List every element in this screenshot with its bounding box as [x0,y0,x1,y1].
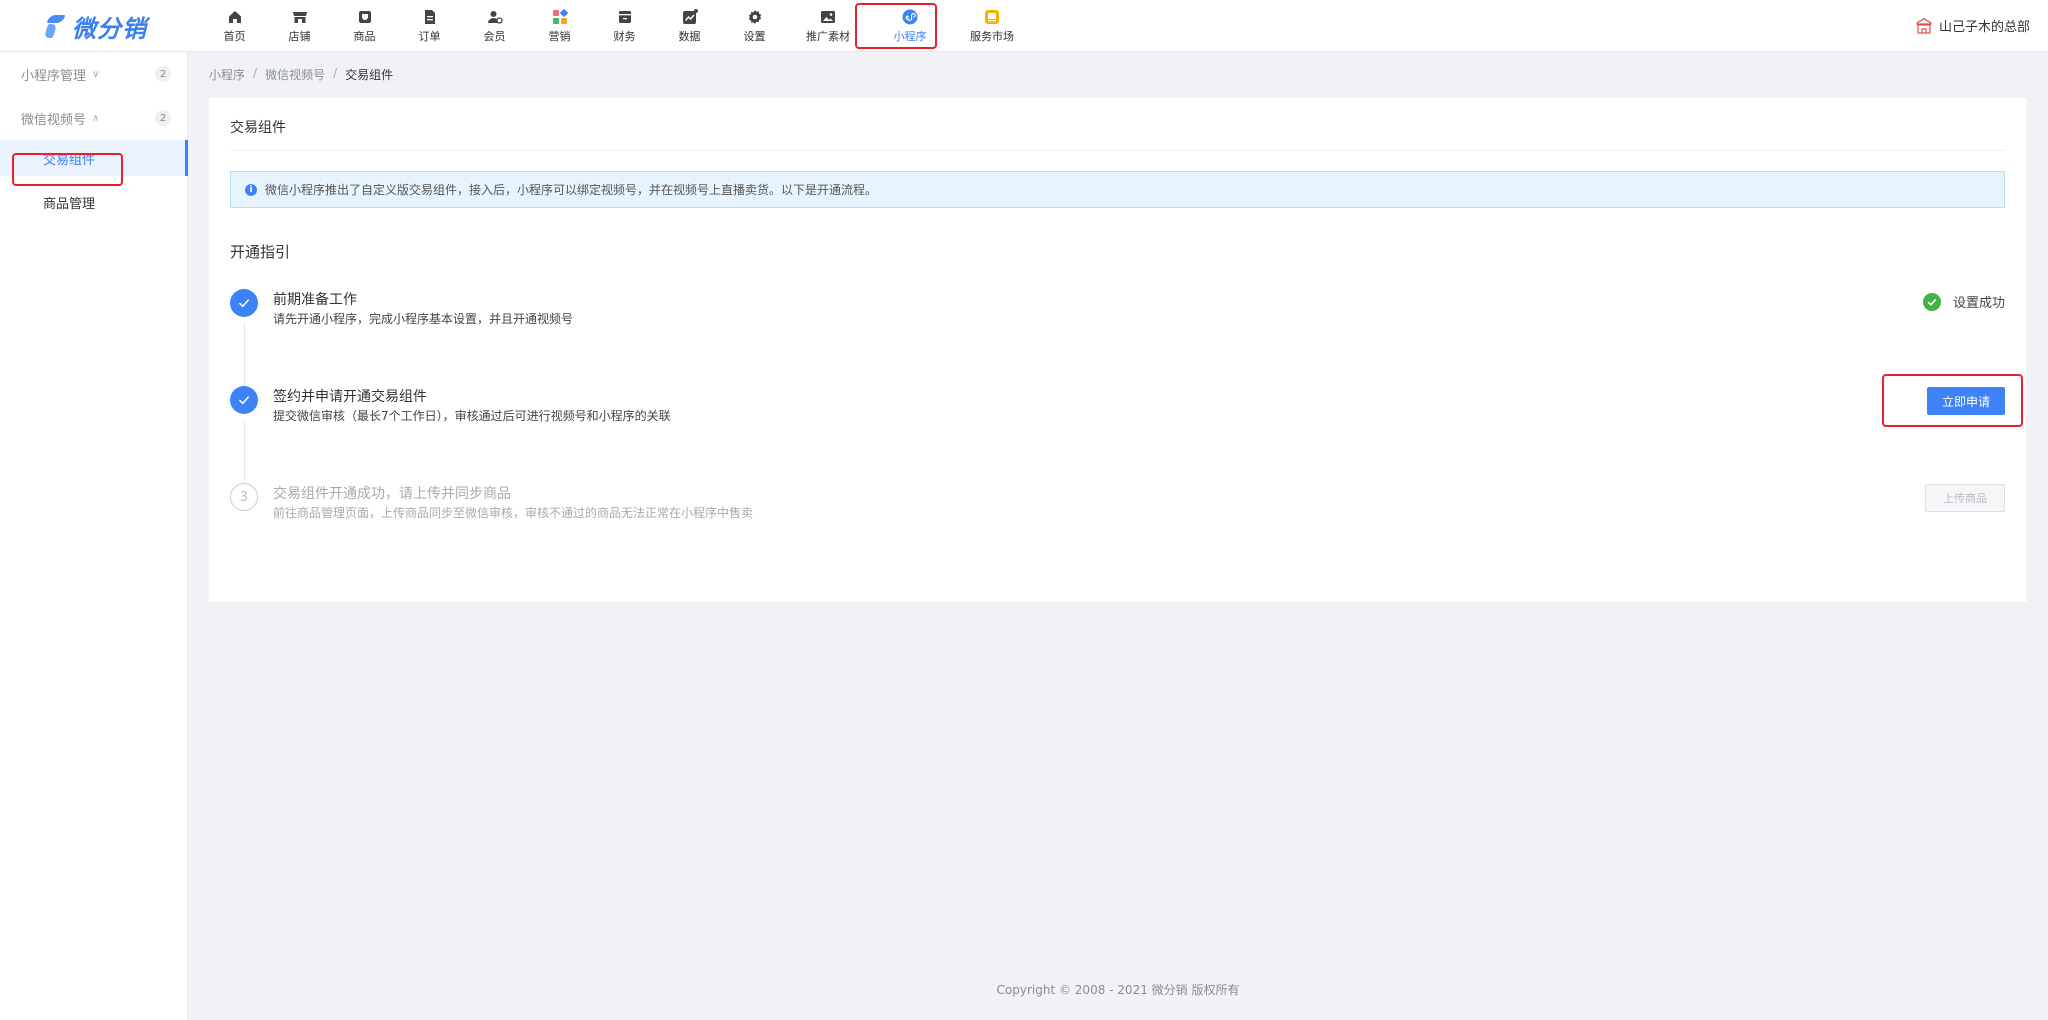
finance-icon [617,9,633,25]
nav-home[interactable]: 首页 [202,0,267,52]
breadcrumb-item[interactable]: 微信视频号 [265,66,325,83]
highlight-box-nav [855,3,937,49]
chevron-down-icon: ∨ [92,68,100,80]
step-desc: 提交微信审核（最长7个工作日），审核通过后可进行视频号和小程序的关联 [273,409,671,423]
nav-data[interactable]: 数据 [657,0,722,52]
nav-settings[interactable]: 设置 [722,0,787,52]
count-badge: 2 [155,66,171,82]
status-success: 设置成功 [1922,292,2005,311]
chevron-up-icon: ∧ [92,112,100,124]
marketing-icon [552,8,568,25]
nav-order[interactable]: 订单 [397,0,462,52]
breadcrumb-item[interactable]: 小程序 [209,66,245,83]
count-badge: 2 [155,110,171,126]
home-icon [227,9,243,25]
step-3: 3 交易组件开通成功，请上传并同步商品 前往商品管理页面，上传商品同步至微信审核… [230,483,2005,523]
brand-logo[interactable]: 微分销 [44,10,147,43]
sidebar-group-wechat-channels[interactable]: 微信视频号 ∧ 2 [0,96,187,140]
highlight-box-sidebar [12,153,123,186]
gear-icon [747,9,763,25]
section-title: 开通指引 [230,243,291,261]
content-panel: 交易组件 i 微信小程序推出了自定义版交易组件，接入后，小程序可以绑定视频号，并… [209,98,2026,602]
order-icon [422,9,438,25]
step-title: 交易组件开通成功，请上传并同步商品 [273,486,511,502]
step-connector [244,323,245,389]
step-desc: 前往商品管理页面，上传商品同步至微信审核，审核不通过的商品无法正常在小程序中售卖 [273,506,754,520]
sidebar: 小程序管理 ∨ 2 微信视频号 ∧ 2 交易组件 商品管理 [0,52,188,1020]
check-icon [230,289,258,317]
market-icon [984,9,1000,25]
success-check-icon [1922,292,1941,311]
nav-goods[interactable]: 商品 [332,0,397,52]
nav-marketing[interactable]: 营销 [527,0,592,52]
highlight-box-apply [1882,374,2023,427]
upload-goods-button[interactable]: 上传商品 [1925,484,2005,512]
data-icon [682,8,698,25]
page-title: 交易组件 [230,120,286,136]
nav-store[interactable]: 店铺 [267,0,332,52]
alert-text: 微信小程序推出了自定义版交易组件，接入后，小程序可以绑定视频号，并在视频号上直播… [265,183,878,197]
divider [230,150,2005,151]
breadcrumb: 小程序 / 微信视频号 / 交易组件 [209,66,394,83]
sidebar-item-goods-manage[interactable]: 商品管理 [0,184,187,220]
check-icon [230,386,258,414]
store-avatar-icon [1916,17,1932,34]
nav-finance[interactable]: 财务 [592,0,657,52]
step-2: 签约并申请开通交易组件 提交微信审核（最长7个工作日），审核通过后可进行视频号和… [230,386,2005,426]
logo-icon [44,13,66,39]
footer-copyright: Copyright © 2008 - 2021 微分销 版权所有 [996,983,1240,997]
sidebar-group-mini-program-manage[interactable]: 小程序管理 ∨ 2 [0,52,187,96]
step-title: 前期准备工作 [273,292,357,308]
member-icon [487,9,503,25]
image-icon [820,9,836,25]
nav-service-market[interactable]: 服务市场 [951,0,1033,52]
step-number: 3 [230,483,258,511]
step-connector [244,420,245,486]
step-title: 签约并申请开通交易组件 [273,389,427,405]
user-menu[interactable]: 山己子木的总部 [1915,16,2030,35]
goods-icon [357,9,373,25]
top-bar: 微分销 首页 店铺 商品 订单 会员 营销 财务 数据 设置 推广素材 小程序 … [0,0,2048,52]
breadcrumb-current: 交易组件 [345,68,394,82]
info-icon: i [245,183,257,196]
nav-member[interactable]: 会员 [462,0,527,52]
step-desc: 请先开通小程序，完成小程序基本设置，并且开通视频号 [273,312,574,326]
brand-name: 微分销 [72,14,147,43]
info-alert: i 微信小程序推出了自定义版交易组件，接入后，小程序可以绑定视频号，并在视频号上… [230,171,2005,208]
user-name: 山己子木的总部 [1938,20,2030,35]
store-icon [292,9,308,25]
step-1: 前期准备工作 请先开通小程序，完成小程序基本设置，并且开通视频号 设置成功 [230,289,2005,329]
